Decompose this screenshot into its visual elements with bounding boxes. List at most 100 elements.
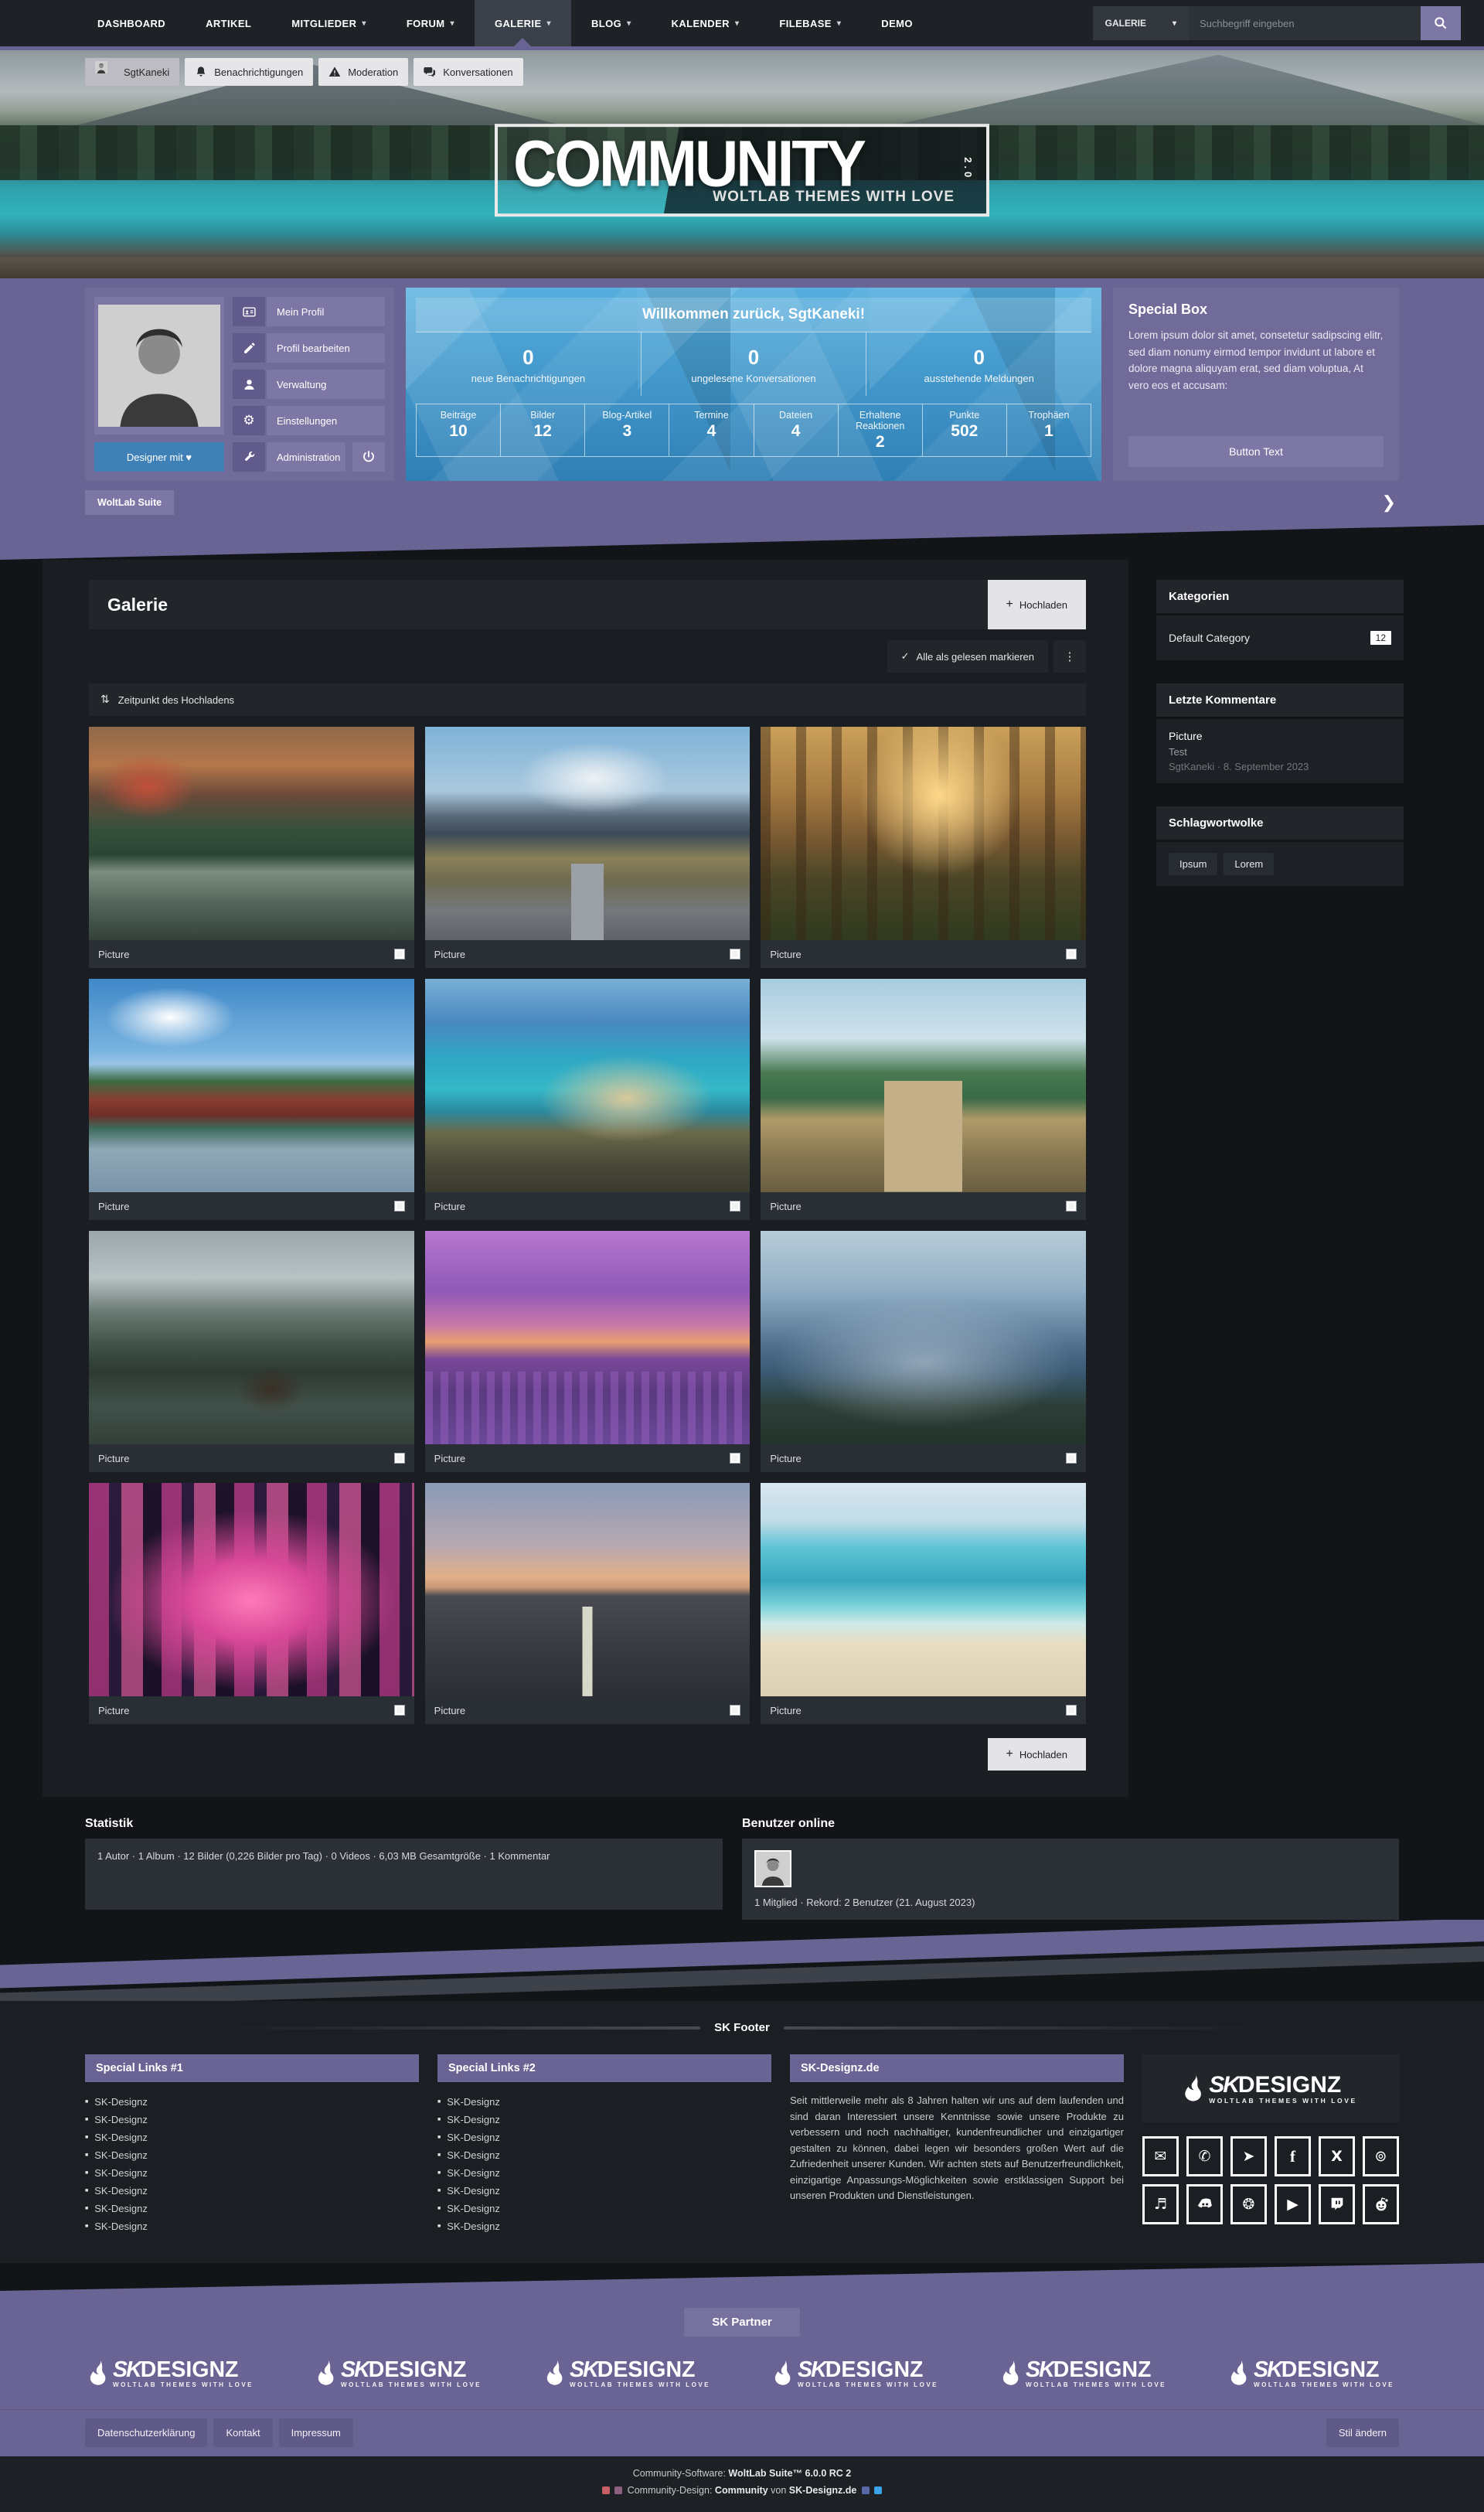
- counter-reports[interactable]: 0 ausstehende Meldungen: [866, 332, 1091, 396]
- gallery-item[interactable]: Picture: [761, 1483, 1086, 1724]
- avatar[interactable]: [754, 1850, 791, 1887]
- select-checkbox[interactable]: [730, 949, 740, 959]
- search-scope-dropdown[interactable]: GALERIE ▾: [1093, 6, 1189, 40]
- gallery-image[interactable]: [89, 1483, 414, 1696]
- profile-avatar[interactable]: [94, 297, 224, 435]
- design-credit-theme[interactable]: Community: [715, 2485, 768, 2496]
- stat-blog-artikel[interactable]: Blog-Artikel3: [585, 404, 669, 457]
- gallery-image[interactable]: [425, 979, 751, 1192]
- select-checkbox[interactable]: [1066, 1201, 1077, 1212]
- design-credit-site[interactable]: SK-Designz.de: [789, 2485, 857, 2496]
- stat-bilder[interactable]: Bilder12: [501, 404, 585, 457]
- footer-link[interactable]: SK-Designz: [437, 2129, 771, 2146]
- social-email-button[interactable]: ✉: [1142, 2136, 1179, 2176]
- social-tiktok-button[interactable]: ♬: [1142, 2184, 1179, 2224]
- footer-link[interactable]: SK-Designz: [85, 2093, 419, 2111]
- social-x-button[interactable]: X: [1319, 2136, 1355, 2176]
- footer-link[interactable]: SK-Designz: [85, 2146, 419, 2164]
- select-checkbox[interactable]: [394, 1201, 405, 1212]
- menu-item-settings[interactable]: Einstellungen: [267, 406, 385, 435]
- stat-trophaeen[interactable]: Trophäen1: [1007, 404, 1091, 457]
- nav-item-forum[interactable]: FORUM▾: [386, 0, 475, 46]
- select-checkbox[interactable]: [1066, 949, 1077, 959]
- nav-item-dashboard[interactable]: DASHBOARD: [77, 0, 186, 46]
- partner-logo[interactable]: SKDESIGNZWOLTLAB THEMES WITH LOVE: [1002, 2357, 1166, 2388]
- gallery-image[interactable]: [425, 1483, 751, 1696]
- special-box-button[interactable]: Button Text: [1128, 436, 1384, 467]
- partner-logo[interactable]: SKDESIGNZWOLTLAB THEMES WITH LOVE: [318, 2357, 482, 2388]
- change-style-button[interactable]: Stil ändern: [1326, 2418, 1399, 2447]
- nav-item-blog[interactable]: BLOG▾: [571, 0, 652, 46]
- select-checkbox[interactable]: [730, 1705, 740, 1716]
- menu-item-administration[interactable]: Administration: [267, 442, 345, 472]
- select-checkbox[interactable]: [1066, 1705, 1077, 1716]
- tag-ipsum[interactable]: Ipsum: [1169, 853, 1217, 875]
- designer-button[interactable]: Designer mit ♥: [94, 442, 224, 472]
- search-input[interactable]: [1189, 6, 1421, 40]
- footer-link[interactable]: SK-Designz: [437, 2146, 771, 2164]
- stat-beitraege[interactable]: Beiträge10: [416, 404, 501, 457]
- gallery-item[interactable]: Picture: [425, 1483, 751, 1724]
- sort-bar[interactable]: ⇅ Zeitpunkt des Hochladens: [89, 683, 1086, 716]
- select-checkbox[interactable]: [730, 1453, 740, 1464]
- footer-link[interactable]: SK-Designz: [85, 2217, 419, 2235]
- footer-link[interactable]: SK-Designz: [85, 2111, 419, 2129]
- gallery-item[interactable]: Picture: [761, 979, 1086, 1220]
- footer-link[interactable]: SK-Designz: [85, 2182, 419, 2200]
- partner-logo[interactable]: SKDESIGNZWOLTLAB THEMES WITH LOVE: [546, 2357, 710, 2388]
- user-menu-button[interactable]: SgtKaneki: [85, 58, 179, 86]
- imprint-button[interactable]: Impressum: [279, 2418, 353, 2447]
- gallery-image[interactable]: [425, 1231, 751, 1444]
- footer-link[interactable]: SK-Designz: [437, 2200, 771, 2217]
- menu-item-management[interactable]: Verwaltung: [267, 370, 385, 399]
- nav-item-demo[interactable]: DEMO: [861, 0, 933, 46]
- gallery-item[interactable]: Picture: [425, 727, 751, 968]
- menu-item-my-profile[interactable]: Mein Profil: [267, 297, 385, 326]
- select-checkbox[interactable]: [394, 1453, 405, 1464]
- comment-title[interactable]: Picture: [1169, 730, 1391, 742]
- stat-dateien[interactable]: Dateien4: [754, 404, 839, 457]
- conversations-button[interactable]: Konversationen: [414, 58, 522, 86]
- chevron-right-icon[interactable]: ❯: [1382, 493, 1399, 513]
- moderation-button[interactable]: Moderation: [318, 58, 408, 86]
- footer-link[interactable]: SK-Designz: [85, 2164, 419, 2182]
- social-discord-button[interactable]: [1186, 2184, 1223, 2224]
- comment-item[interactable]: Picture Test SgtKaneki · 8. September 20…: [1169, 730, 1391, 772]
- gallery-image[interactable]: [761, 979, 1086, 1192]
- tag-lorem[interactable]: Lorem: [1224, 853, 1274, 875]
- upload-button-bottom[interactable]: +Hochladen: [988, 1738, 1087, 1771]
- social-youtube-button[interactable]: ▶: [1275, 2184, 1311, 2224]
- nav-item-galerie[interactable]: GALERIE▾: [475, 0, 571, 46]
- select-checkbox[interactable]: [730, 1201, 740, 1212]
- more-options-button[interactable]: ⋮: [1053, 640, 1086, 673]
- gallery-item[interactable]: Picture: [89, 1231, 414, 1472]
- gallery-item[interactable]: Picture: [761, 727, 1086, 968]
- stat-termine[interactable]: Termine4: [669, 404, 754, 457]
- category-default[interactable]: Default Category 12: [1169, 626, 1391, 649]
- gallery-image[interactable]: [761, 1483, 1086, 1696]
- mark-all-read-button[interactable]: ✓Alle als gelesen markieren: [887, 640, 1048, 673]
- stat-punkte[interactable]: Punkte502: [923, 404, 1007, 457]
- select-checkbox[interactable]: [394, 1705, 405, 1716]
- footer-link[interactable]: SK-Designz: [437, 2093, 771, 2111]
- gallery-image[interactable]: [89, 727, 414, 940]
- social-instagram-button[interactable]: ⊚: [1363, 2136, 1399, 2176]
- gallery-item[interactable]: Picture: [89, 979, 414, 1220]
- gallery-item[interactable]: Picture: [89, 1483, 414, 1724]
- nav-item-mitglieder[interactable]: MITGLIEDER▾: [271, 0, 386, 46]
- social-reddit-button[interactable]: [1363, 2184, 1399, 2224]
- notifications-button[interactable]: Benachrichtigungen: [185, 58, 313, 86]
- stat-reaktionen[interactable]: Erhaltene Reaktionen2: [839, 404, 923, 457]
- social-whatsapp-button[interactable]: ✆: [1186, 2136, 1223, 2176]
- gallery-item[interactable]: Picture: [425, 979, 751, 1220]
- social-telegram-button[interactable]: ➤: [1230, 2136, 1267, 2176]
- footer-link[interactable]: SK-Designz: [437, 2111, 771, 2129]
- gallery-image[interactable]: [89, 1231, 414, 1444]
- gallery-item[interactable]: Picture: [89, 727, 414, 968]
- select-checkbox[interactable]: [1066, 1453, 1077, 1464]
- gallery-item[interactable]: Picture: [761, 1231, 1086, 1472]
- woltlab-suite-tab[interactable]: WoltLab Suite: [85, 490, 174, 515]
- search-button[interactable]: [1421, 6, 1461, 40]
- contact-button[interactable]: Kontakt: [213, 2418, 272, 2447]
- footer-link[interactable]: SK-Designz: [437, 2182, 771, 2200]
